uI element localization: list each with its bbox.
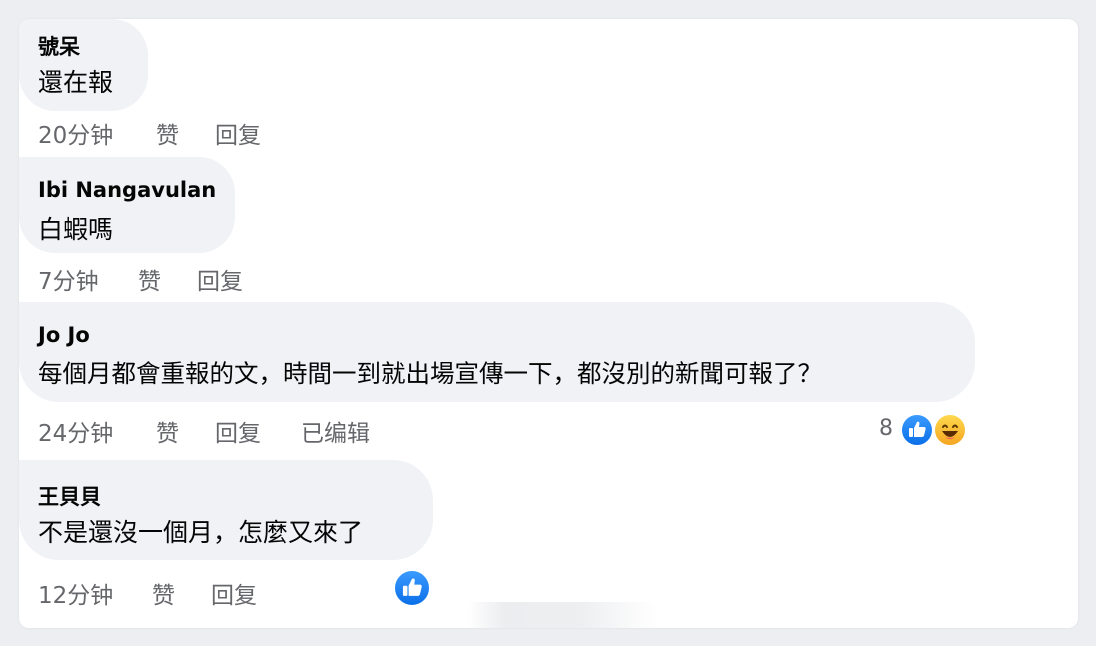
like-icon: [900, 413, 934, 447]
comment-author[interactable]: 號呆: [38, 31, 80, 61]
like-button[interactable]: 赞: [138, 262, 161, 296]
like-button[interactable]: 赞: [156, 414, 179, 448]
edited-label: 已编辑: [301, 421, 370, 447]
comment-timestamp[interactable]: 20分钟: [38, 116, 113, 150]
reply-button[interactable]: 回复: [215, 414, 261, 448]
comment-author[interactable]: Ibi Nangavulan: [38, 178, 216, 202]
like-icon[interactable]: [393, 569, 431, 607]
comment-timestamp[interactable]: 7分钟: [38, 262, 99, 296]
watermark: [467, 602, 657, 628]
haha-icon: [933, 413, 967, 447]
comment-timestamp[interactable]: 12分钟: [38, 576, 113, 610]
comment-timestamp[interactable]: 24分钟: [38, 414, 113, 448]
like-button[interactable]: 赞: [152, 576, 175, 610]
comment-bubble: Ibi Nangavulan 白蝦嗎: [19, 157, 235, 253]
reaction-count: 8: [879, 416, 893, 441]
comment-bubble: 號呆 還在報: [19, 19, 148, 111]
comment-text: 不是還沒一個月，怎麼又來了: [38, 518, 364, 547]
reply-button[interactable]: 回复: [215, 116, 261, 150]
comment-text: 每個月都會重報的文，時間一到就出場宣傳一下，都沒別的新聞可報了？: [38, 359, 822, 388]
comment-text: 還在報: [38, 68, 114, 97]
comment-author[interactable]: 王貝貝: [38, 481, 101, 511]
comment-bubble: Jo Jo 每個月都會重報的文，時間一到就出場宣傳一下，都沒別的新聞可報了？: [19, 302, 975, 402]
comments-panel: 號呆 還在報 20分钟 赞 回复 Ibi Nangavulan 白蝦嗎 7分钟 …: [19, 19, 1078, 628]
comment-bubble: 王貝貝 不是還沒一個月，怎麼又來了: [19, 460, 433, 560]
reactions-summary[interactable]: 8: [879, 412, 974, 448]
reply-button[interactable]: 回复: [211, 576, 257, 610]
comment-author[interactable]: Jo Jo: [38, 323, 90, 347]
comment-text: 白蝦嗎: [38, 215, 114, 244]
reply-button[interactable]: 回复: [197, 262, 243, 296]
like-button[interactable]: 赞: [156, 116, 179, 150]
